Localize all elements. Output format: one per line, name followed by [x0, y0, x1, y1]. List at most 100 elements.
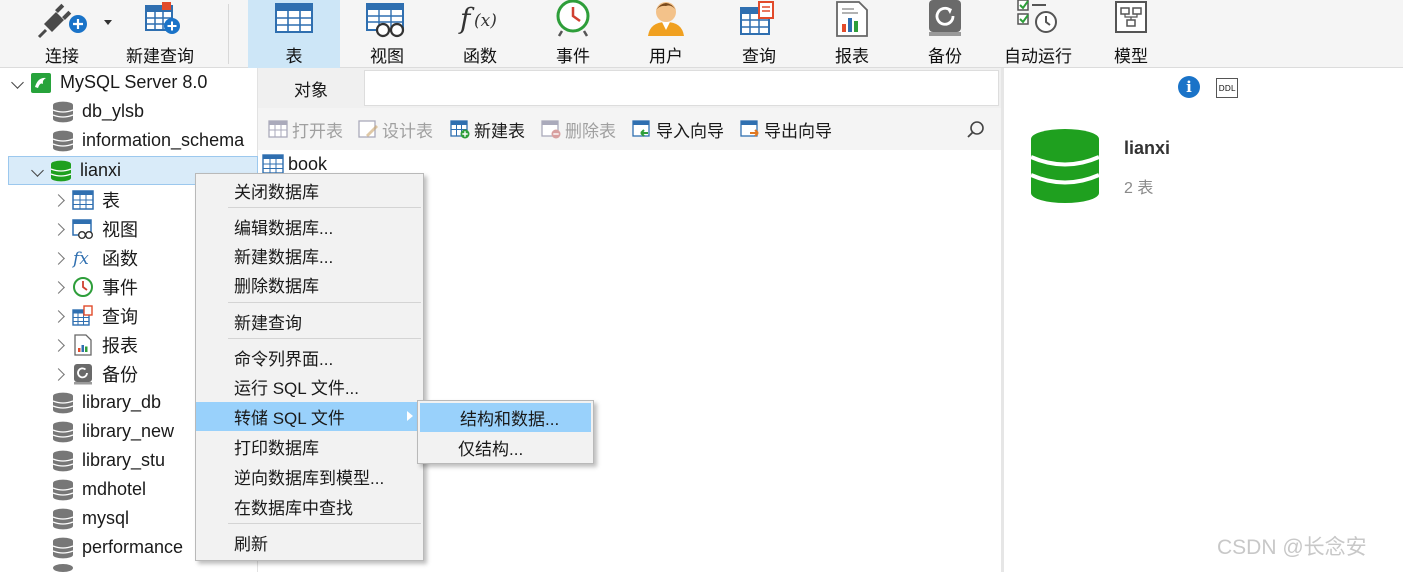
database-icon [52, 508, 74, 530]
info-icon[interactable]: i [1178, 76, 1200, 98]
submenu-arrow-icon [407, 411, 413, 421]
toolbar-user-button[interactable]: 用户 [638, 0, 694, 68]
ddl-icon[interactable]: DDL [1216, 78, 1238, 98]
tree-db-information_schema[interactable]: information_schema [52, 126, 244, 155]
toolbar-connect-button[interactable]: 连接 [30, 0, 94, 68]
menu-label: 新建查询 [234, 314, 302, 333]
menu-label: 仅结构... [458, 440, 524, 459]
import-wizard-button[interactable]: 导入向导 [632, 117, 724, 141]
toolbar-backup-button[interactable]: 备份 [917, 0, 973, 68]
tree-db-mysql[interactable]: mysql [52, 504, 129, 533]
menu-dump-sql-file[interactable]: 转储 SQL 文件 [196, 402, 423, 431]
design-table-button[interactable]: 设计表 [358, 117, 433, 141]
database-open-icon [50, 160, 72, 182]
menu-separator [228, 207, 421, 208]
menu-label: 新建数据库... [234, 248, 334, 267]
tree-db-library_db[interactable]: library_db [52, 388, 161, 417]
expand-arrow-icon[interactable] [52, 279, 68, 295]
database-context-menu: 关闭数据库 编辑数据库... 新建数据库... 删除数据库 新建查询 命令列界面… [195, 173, 424, 561]
tree-child-events[interactable]: 事件 [52, 272, 138, 301]
toolbar-view-button[interactable]: 视图 [358, 0, 416, 68]
menu-command-line[interactable]: 命令列界面... [196, 343, 423, 372]
menu-reverse-to-model[interactable]: 逆向数据库到模型... [196, 462, 423, 491]
main-toolbar: 连接 新建查询 表 视图 f (x) 函数 事件 用户 查询 报表 备份 自动运… [0, 0, 1403, 68]
toolbar-event-button[interactable]: 事件 [545, 0, 601, 68]
toolbar-table-button[interactable]: 表 [248, 0, 340, 68]
toolbar-report-button[interactable]: 报表 [824, 0, 880, 68]
database-icon [52, 392, 74, 414]
tree-db-performance[interactable]: performance [52, 533, 183, 562]
expand-arrow-icon[interactable] [52, 221, 68, 237]
watermark-text: CSDN @长念安 [1217, 536, 1367, 559]
tree-db-library_new[interactable]: library_new [52, 417, 174, 446]
search-icon[interactable] [966, 120, 986, 140]
tree-child-reports[interactable]: 报表 [52, 330, 138, 359]
delete-table-icon [541, 119, 561, 139]
expand-arrow-icon[interactable] [30, 163, 46, 179]
action-label: 删除表 [565, 121, 616, 141]
export-wizard-button[interactable]: 导出向导 [740, 117, 832, 141]
toolbar-divider [228, 4, 229, 64]
action-label: 设计表 [382, 121, 433, 141]
menu-label: 结构和数据... [460, 410, 560, 429]
tree-db-library_stu[interactable]: library_stu [52, 446, 165, 475]
menu-delete-database[interactable]: 删除数据库 [196, 270, 423, 299]
menu-close-database[interactable]: 关闭数据库 [196, 176, 423, 205]
new-table-button[interactable]: 新建表 [450, 117, 525, 141]
delete-table-button[interactable]: 删除表 [541, 117, 616, 141]
open-table-button[interactable]: 打开表 [268, 117, 343, 141]
expand-arrow-icon[interactable] [52, 250, 68, 266]
tree-server-mysql[interactable]: MySQL Server 8.0 [10, 68, 207, 97]
info-table-count: 2 表 [1124, 180, 1154, 197]
toolbar-autorun-button[interactable]: 自动运行 [1000, 0, 1076, 68]
tree-child-tables[interactable]: 表 [52, 185, 120, 214]
menu-label: 打印数据库 [234, 439, 319, 458]
expand-arrow-icon[interactable] [10, 75, 26, 91]
info-panel: i DDL lianxi 2 表 [1004, 68, 1403, 572]
menu-separator [228, 302, 421, 303]
menu-find-in-database[interactable]: 在数据库中查找 [196, 492, 423, 521]
menu-separator [228, 338, 421, 339]
db-label: performance [82, 537, 184, 557]
menu-label: 运行 SQL 文件... [234, 379, 360, 398]
submenu-structure-and-data[interactable]: 结构和数据... [420, 403, 591, 432]
dump-sql-submenu: 结构和数据... 仅结构... [417, 400, 594, 464]
expand-arrow-icon[interactable] [52, 366, 68, 382]
tree-child-backups[interactable]: 备份 [52, 359, 138, 388]
menu-edit-database[interactable]: 编辑数据库... [196, 212, 423, 241]
menu-label: 在数据库中查找 [234, 499, 353, 518]
menu-run-sql-file[interactable]: 运行 SQL 文件... [196, 372, 423, 401]
menu-refresh[interactable]: 刷新 [196, 528, 423, 557]
tree-child-queries[interactable]: 查询 [52, 301, 138, 330]
tree-db-lianxi[interactable]: lianxi [30, 156, 121, 185]
tree-child-functions[interactable]: fx 函数 [52, 243, 138, 272]
toolbar-new-query-button[interactable]: 新建查询 [120, 0, 200, 68]
connect-dropdown-arrow[interactable] [104, 20, 112, 26]
tab-objects[interactable]: 对象 [258, 68, 364, 108]
expand-arrow-icon[interactable] [52, 192, 68, 208]
db-label: mdhotel [82, 479, 147, 499]
svg-text:f: f [458, 2, 475, 35]
menu-new-database[interactable]: 新建数据库... [196, 241, 423, 270]
function-icon: fx [72, 247, 94, 269]
plug-icon [34, 0, 90, 40]
toolbar-query-button[interactable]: 查询 [731, 0, 787, 68]
db-label: library_stu [82, 450, 166, 470]
menu-print-database[interactable]: 打印数据库 [196, 432, 423, 461]
new-table-icon [450, 119, 470, 139]
tab-label: 对象 [294, 80, 328, 100]
toolbar-function-button[interactable]: f (x) 函数 [452, 0, 508, 68]
tab-strip-area [364, 70, 999, 106]
submenu-structure-only[interactable]: 仅结构... [418, 433, 593, 462]
action-label: 导出向导 [764, 121, 832, 141]
menu-new-query[interactable]: 新建查询 [196, 307, 423, 336]
toolbar-model-button[interactable]: 模型 [1103, 0, 1159, 68]
tree-child-views[interactable]: 视图 [52, 214, 138, 243]
expand-arrow-icon[interactable] [52, 337, 68, 353]
view-icon [359, 0, 415, 40]
expand-arrow-icon[interactable] [52, 308, 68, 324]
db-label: library_db [82, 392, 162, 412]
tree-db-db_ylsb[interactable]: db_ylsb [52, 97, 144, 126]
menu-label: 删除数据库 [234, 277, 319, 296]
tree-db-mdhotel[interactable]: mdhotel [52, 475, 146, 504]
